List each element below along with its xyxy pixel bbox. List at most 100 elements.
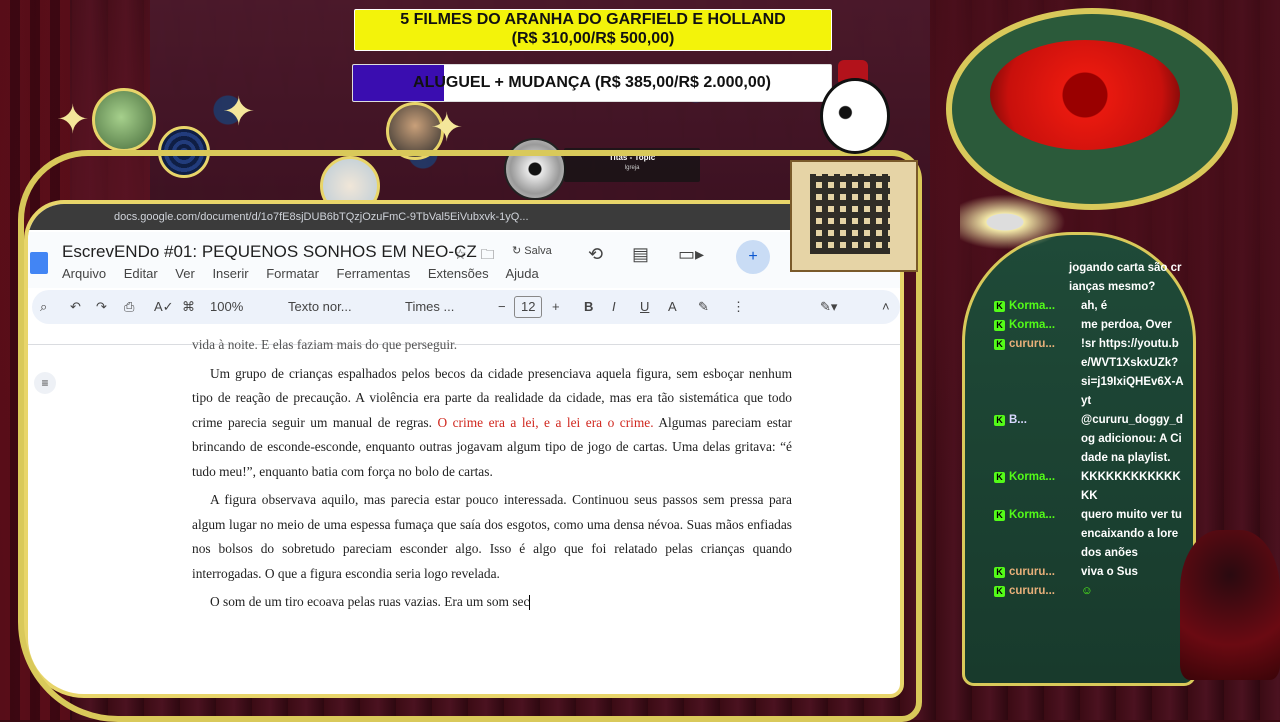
text-color-icon[interactable]: A — [668, 299, 677, 314]
chat-message: K cururu... viva o Sus — [994, 563, 1184, 582]
sparkle-icon: ✦ — [56, 98, 90, 142]
qr-code-scroll — [790, 160, 918, 272]
kick-badge-icon: K — [994, 301, 1005, 312]
docs-header: EscrevENDo #01: PEQUENOS SONHOS EM NEO-C… — [28, 232, 900, 288]
move-folder-icon[interactable]: 🗀 — [480, 246, 494, 262]
address-bar[interactable]: docs.google.com/document/d/1o7fE8sjDUB6b… — [28, 204, 900, 230]
menu-edit[interactable]: Editar — [124, 266, 158, 281]
paragraph-style-select[interactable]: Texto nor... — [288, 299, 352, 314]
bold-icon[interactable]: B — [584, 299, 593, 314]
font-select[interactable]: Times ... — [405, 299, 454, 314]
redo-icon[interactable]: ↷ — [96, 299, 107, 315]
spellcheck-icon[interactable]: A✓ — [154, 299, 174, 315]
chat-message: K Korma... KKKKKKKKKKKKKK — [994, 468, 1184, 506]
goal-2-title: ALUGUEL + MUDANÇA (R$ 385,00/R$ 2.000,00… — [413, 74, 771, 91]
menu-help[interactable]: Ajuda — [505, 266, 538, 281]
kick-badge-icon: K — [994, 586, 1005, 597]
document-title[interactable]: EscrevENDo #01: PEQUENOS SONHOS EM NEO-C… — [62, 242, 477, 262]
share-people-icon[interactable]: + — [736, 240, 770, 274]
kick-badge-icon: K — [994, 320, 1005, 331]
vinyl-disc-icon — [504, 138, 566, 200]
collapse-toolbar-icon[interactable]: ˄ — [882, 299, 890, 314]
decrease-font-icon[interactable]: − — [498, 299, 506, 314]
track-title: Titãs - Topic — [608, 153, 656, 162]
comment-icon[interactable]: ▤ — [632, 244, 649, 265]
mascot-character — [820, 78, 890, 154]
goal-1-title: 5 FILMES DO ARANHA DO GARFIELD E HOLLAND — [400, 11, 786, 28]
sparkle-icon: ✦ — [222, 90, 256, 134]
demon-character — [1180, 530, 1280, 680]
increase-font-icon[interactable]: + — [552, 299, 560, 314]
sync-icon: ↻ — [512, 245, 522, 257]
chat-message: K Korma... quero muito ver tu encaixando… — [994, 506, 1184, 563]
save-status-label: Salva — [524, 245, 552, 257]
print-icon[interactable]: ⎙ — [124, 299, 134, 315]
highlight-icon[interactable]: ✎ — [698, 299, 709, 315]
url-text: docs.google.com/document/d/1o7fE8sjDUB6b… — [114, 211, 529, 223]
menu-file[interactable]: Arquivo — [62, 266, 106, 281]
meet-icon[interactable]: ▭▸ — [678, 244, 704, 265]
track-subtitle: Igreja — [624, 165, 640, 171]
underline-icon[interactable]: U — [640, 299, 649, 314]
chat-message: K Korma... ah, é — [994, 297, 1184, 316]
font-size-input[interactable]: 12 — [514, 296, 543, 318]
paragraph: Um grupo de crianças espalhados pelos be… — [192, 365, 792, 479]
outline-icon[interactable]: ≡ — [34, 372, 56, 394]
zoom-select[interactable]: 100% — [210, 299, 243, 314]
chat-username[interactable]: B... — [1009, 411, 1061, 468]
chat-message: K cururu... !sr https://youtu.be/WVT1Xsk… — [994, 335, 1184, 411]
kick-badge-icon: K — [994, 415, 1005, 426]
save-status: ↻ Salva — [512, 244, 552, 257]
chat-message: K cururu... ☺ — [994, 582, 1184, 601]
chat-username[interactable]: Korma... — [1009, 316, 1061, 335]
chat-username[interactable]: Korma... — [1009, 506, 1061, 563]
avatar — [158, 126, 210, 178]
more-options-icon[interactable]: ⋮ — [732, 299, 745, 315]
undo-icon[interactable]: ↶ — [70, 299, 81, 315]
google-docs-window: docs.google.com/document/d/1o7fE8sjDUB6b… — [24, 200, 904, 698]
avatar — [92, 88, 156, 152]
now-playing-info: Titãs - Topic Igreja — [564, 148, 700, 182]
star-icon[interactable]: ☆ — [454, 246, 467, 262]
donation-goal-2: ALUGUEL + MUDANÇA (R$ 385,00/R$ 2.000,00… — [352, 64, 832, 102]
chat-message: K B... @cururu_doggy_dog adicionou: A Ci… — [994, 411, 1184, 468]
sparkle-icon: ✦ — [430, 106, 464, 150]
search-icon[interactable]: ⌕ — [40, 299, 47, 315]
paint-format-icon[interactable]: ⌘ — [182, 299, 195, 315]
menu-tools[interactable]: Ferramentas — [337, 266, 411, 281]
red-eye-icon — [990, 40, 1180, 150]
highlighted-sentence: O crime era a lei, e a lei era o crime. — [437, 414, 654, 430]
menu-bar: Arquivo Editar Ver Inserir Formatar Ferr… — [62, 266, 553, 281]
chat-username[interactable]: cururu... — [1009, 563, 1061, 582]
now-playing-widget: Titãs - Topic Igreja — [504, 138, 700, 200]
goal-1-amount: (R$ 310,00/R$ 500,00) — [511, 30, 675, 47]
paragraph: A figura observava aquilo, mas parecia e… — [192, 492, 792, 581]
menu-view[interactable]: Ver — [175, 266, 195, 281]
emote-icon: ☺ — [1081, 585, 1093, 597]
paragraph: O som de um tiro ecoava pelas ruas vazia… — [210, 594, 531, 611]
history-icon[interactable]: ⟲ — [588, 244, 603, 265]
formatting-toolbar: ⌕ ↶ ↷ ⎙ A✓ ⌘ 100% Texto nor... Times ...… — [32, 290, 900, 324]
chat-messages: jogando carta são crianças mesmo? K Korm… — [994, 259, 1184, 601]
paragraph: vida à noite. E elas faziam mais do que … — [192, 337, 458, 352]
text-cursor — [529, 595, 531, 611]
menu-insert[interactable]: Inserir — [212, 266, 248, 281]
chat-message: jogando carta são crianças mesmo? — [1069, 262, 1182, 293]
chat-username[interactable]: Korma... — [1009, 297, 1061, 316]
kick-badge-icon: K — [994, 567, 1005, 578]
menu-format[interactable]: Formatar — [266, 266, 319, 281]
kick-badge-icon: K — [994, 472, 1005, 483]
docs-logo-icon[interactable] — [30, 252, 48, 274]
document-body[interactable]: vida à noite. E elas faziam mais do que … — [192, 337, 792, 619]
chat-username[interactable]: cururu... — [1009, 582, 1061, 601]
chat-username[interactable]: Korma... — [1009, 468, 1061, 506]
chat-username[interactable]: cururu... — [1009, 335, 1061, 411]
italic-icon[interactable]: I — [612, 299, 616, 314]
kick-badge-icon: K — [994, 510, 1005, 521]
menu-extensions[interactable]: Extensões — [428, 266, 489, 281]
editing-mode-icon[interactable]: ✎▾ — [820, 299, 837, 315]
qr-code-icon — [810, 174, 890, 254]
vampire-character — [960, 190, 1110, 270]
kick-badge-icon: K — [994, 339, 1005, 350]
donation-goal-1: 5 FILMES DO ARANHA DO GARFIELD E HOLLAND… — [354, 9, 832, 51]
